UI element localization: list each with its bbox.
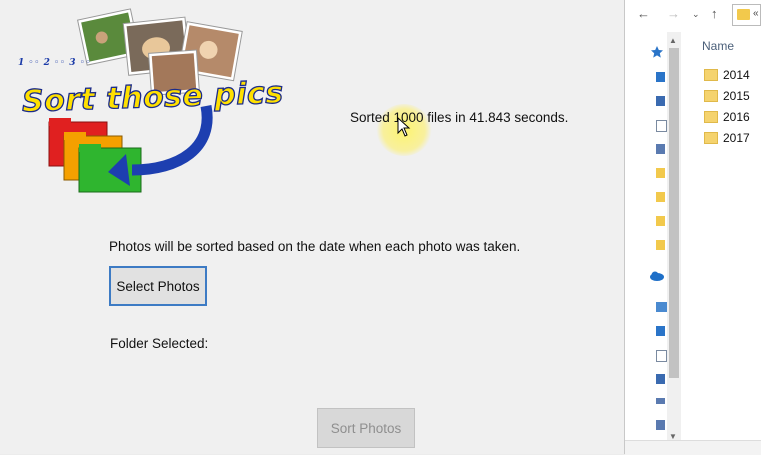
- sort-photos-button[interactable]: Sort Photos: [317, 408, 415, 448]
- name-column-header[interactable]: Name: [702, 39, 734, 53]
- documents-icon[interactable]: [656, 350, 667, 362]
- status-message: Sorted 1000 files in 41.843 seconds.: [350, 110, 569, 125]
- folder-name: 2016: [723, 110, 750, 124]
- chevron-down-icon[interactable]: ⌄: [692, 9, 700, 20]
- folder-name: 2015: [723, 89, 750, 103]
- back-arrow-icon[interactable]: ←: [637, 6, 650, 21]
- folder-icon: [704, 90, 718, 102]
- music-icon[interactable]: [656, 398, 665, 404]
- downloads-icon[interactable]: [656, 96, 665, 106]
- folder-icon[interactable]: [656, 192, 665, 202]
- explorer-status-bar: [625, 440, 761, 455]
- address-bar[interactable]: «: [732, 4, 761, 26]
- folder-icon[interactable]: [656, 168, 665, 178]
- folder-icon[interactable]: [656, 240, 665, 250]
- folder-icon[interactable]: [656, 216, 665, 226]
- app-logo: 1 ◦◦ 2 ◦◦ 3 ◦◦ Sort those pics: [14, 8, 285, 193]
- folder-row[interactable]: 2016: [704, 109, 760, 127]
- downloads-icon[interactable]: [656, 374, 665, 384]
- folder-icon: [704, 69, 718, 81]
- folder-name: 2014: [723, 68, 750, 82]
- quick-access-star-icon[interactable]: [651, 46, 663, 58]
- address-folder-icon: [737, 9, 750, 20]
- address-text: «: [753, 8, 759, 19]
- this-pc-icon[interactable]: [656, 302, 667, 312]
- pictures-icon[interactable]: [656, 144, 665, 154]
- folder-row[interactable]: 2015: [704, 88, 760, 106]
- folder-row[interactable]: 2017: [704, 130, 760, 148]
- folder-selected-label: Folder Selected:: [110, 336, 209, 351]
- folder-row[interactable]: 2014: [704, 67, 760, 85]
- sort-info-text: Photos will be sorted based on the date …: [109, 239, 521, 254]
- folder-icon: [704, 132, 718, 144]
- folder-name: 2017: [723, 131, 750, 145]
- up-arrow-icon[interactable]: ↑: [711, 6, 718, 21]
- desktop-icon[interactable]: [656, 326, 665, 336]
- desktop-icon[interactable]: [656, 72, 665, 82]
- navigation-scrollbar[interactable]: ▲ ▼: [667, 32, 681, 450]
- logo-brand-text: 1 ◦◦ 2 ◦◦ 3 ◦◦: [18, 58, 92, 68]
- forward-arrow-icon[interactable]: →: [667, 6, 680, 21]
- mouse-pointer-icon: [397, 117, 411, 137]
- sort-photos-app-window: 1 ◦◦ 2 ◦◦ 3 ◦◦ Sort those pics Sorted 10…: [0, 0, 624, 454]
- pictures-icon[interactable]: [656, 420, 665, 430]
- folder-icon: [704, 111, 718, 123]
- onedrive-cloud-icon[interactable]: [649, 270, 665, 282]
- documents-icon[interactable]: [656, 120, 667, 132]
- select-photos-button[interactable]: Select Photos: [109, 266, 207, 306]
- scroll-up-icon[interactable]: ▲: [669, 36, 677, 45]
- scrollbar-thumb[interactable]: [669, 48, 679, 378]
